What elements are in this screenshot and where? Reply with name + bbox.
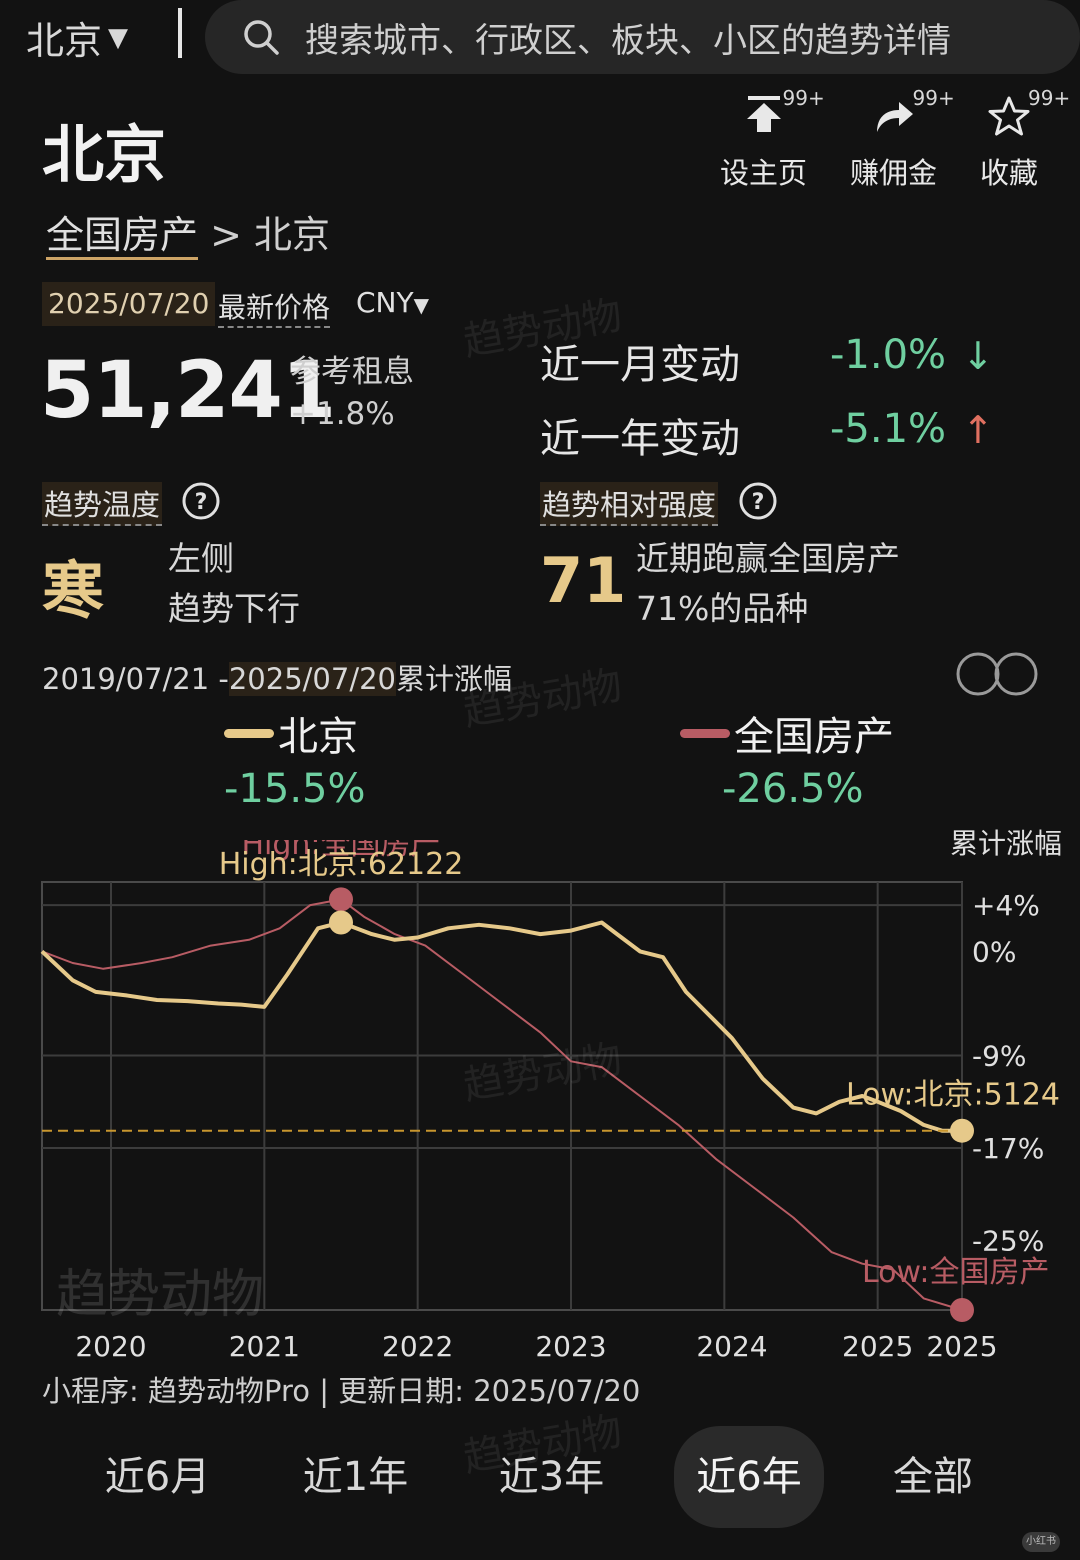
legend-value-beijing: -15.5%	[224, 766, 366, 812]
x-tick-label: 2020	[75, 1330, 146, 1363]
legend-swatch	[224, 728, 274, 738]
low-marker-national	[950, 1298, 974, 1322]
rent-yield-label: 参考租息	[290, 354, 414, 390]
relative-strength-desc: 71%的品种	[636, 589, 809, 628]
share-arrow-icon	[876, 102, 913, 132]
year-change-label: 近一年变动	[540, 416, 740, 462]
x-tick-label: 2025	[842, 1330, 913, 1363]
compare-toggle-icon[interactable]	[954, 652, 1040, 696]
legend-label: 北京	[278, 714, 358, 760]
breadcrumb-current: 北京	[254, 213, 331, 257]
city-select[interactable]: 北京 ▼	[26, 10, 128, 65]
x-tick-label: 2023	[535, 1330, 606, 1363]
action-label: 设主页	[720, 156, 808, 190]
annotation-beijing-high: High:北京:62122	[219, 847, 464, 882]
x-tick-label: 2021	[229, 1330, 300, 1363]
date-range-label[interactable]: 2019/07/21 -2025/07/20累计涨幅	[42, 656, 512, 698]
help-icon[interactable]: ?	[181, 481, 221, 521]
search-placeholder: 搜索城市、行政区、板块、小区的趋势详情	[305, 20, 951, 61]
legend-item-beijing[interactable]: 北京	[224, 704, 358, 762]
badge-count: 99+	[1028, 86, 1071, 110]
svg-text:?: ?	[195, 490, 208, 515]
caret-down-icon: ▼	[108, 22, 129, 53]
relative-strength-title[interactable]: 趋势相对强度	[540, 482, 719, 526]
trend-temperature-desc: 左侧	[168, 539, 234, 578]
divider	[178, 8, 182, 58]
period-tabs: 近6月 近1年 近3年 近6年 全部	[0, 1426, 1080, 1528]
svg-text:?: ?	[752, 490, 765, 515]
rent-yield-value: +1.8%	[290, 396, 395, 432]
breadcrumb-root-link[interactable]: 全国房产	[46, 213, 199, 260]
x-tick-label: 2025	[926, 1330, 997, 1363]
action-label: 收藏	[980, 156, 1039, 190]
earn-commission-button[interactable]: 99+ 赚佣金	[850, 86, 955, 192]
y-tick-label: -17%	[972, 1132, 1044, 1165]
search-icon	[244, 20, 279, 55]
action-label: 赚佣金	[850, 156, 938, 190]
search-input[interactable]: 搜索城市、行政区、板块、小区的趋势详情	[205, 0, 1080, 74]
x-tick-label: 2024	[696, 1330, 767, 1363]
y-tick-label: +4%	[972, 889, 1040, 922]
star-icon	[988, 96, 1030, 136]
y-tick-label: -9%	[972, 1040, 1027, 1073]
caret-down-icon: ▼	[413, 293, 429, 317]
trend-temperature-desc: 趋势下行	[168, 589, 300, 628]
legend-swatch	[680, 728, 730, 738]
currency-select[interactable]: CNY▼	[356, 286, 429, 319]
currency-label: CNY	[356, 286, 414, 319]
relative-strength-value: 71	[540, 544, 627, 617]
set-homepage-button[interactable]: 99+ 设主页	[720, 86, 825, 192]
tab-1-year[interactable]: 近1年	[278, 1426, 433, 1528]
legend-label: 全国房产	[734, 714, 894, 760]
corner-logo: 小红书	[1022, 1532, 1060, 1552]
range-start: 2019/07/21 -	[42, 662, 229, 696]
low-marker-beijing	[950, 1118, 974, 1143]
breadcrumb: 全国房产 > 北京	[46, 204, 331, 260]
badge-count: 99+	[782, 86, 825, 110]
badge-count: 99+	[912, 86, 955, 110]
y-tick-label: 0%	[972, 935, 1016, 968]
y-tick-label: -25%	[972, 1225, 1044, 1258]
help-icon[interactable]: ?	[738, 481, 778, 521]
source-footer: 小程序: 趋势动物Pro | 更新日期: 2025/07/20	[42, 1374, 641, 1408]
pin-top-icon	[746, 96, 781, 132]
tab-6-months[interactable]: 近6月	[80, 1426, 235, 1528]
annotation-national-low: Low:全国房产	[862, 1255, 1050, 1290]
city-select-label: 北京	[26, 19, 103, 63]
price-label[interactable]: 最新价格	[218, 286, 331, 328]
high-marker-beijing	[329, 910, 353, 935]
range-end: 2025/07/20	[228, 662, 396, 696]
legend-item-national[interactable]: 全国房产	[680, 704, 894, 762]
month-change-value: -1.0%	[830, 332, 947, 378]
tab-all[interactable]: 全部	[858, 1426, 1008, 1528]
price-date: 2025/07/20	[42, 282, 216, 326]
breadcrumb-separator: >	[210, 213, 242, 257]
page-title: 北京	[42, 118, 167, 191]
tab-6-years[interactable]: 近6年	[674, 1426, 824, 1528]
year-change-value: -5.1%	[830, 406, 947, 452]
legend-value-national: -26.5%	[722, 766, 864, 812]
watermark: 趋势动物	[56, 1265, 265, 1325]
annotation-beijing-low: Low:北京:5124	[846, 1078, 1060, 1113]
high-marker-national	[329, 887, 353, 912]
x-tick-label: 2022	[382, 1330, 453, 1363]
relative-strength-desc: 近期跑赢全国房产	[636, 539, 900, 578]
arrow-down-icon: ↓	[962, 334, 994, 378]
arrow-up-icon: ↑	[962, 408, 994, 452]
trend-temperature-value: 寒	[42, 554, 105, 627]
tab-3-years[interactable]: 近3年	[474, 1426, 629, 1528]
favorite-button[interactable]: 99+ 收藏	[980, 86, 1070, 192]
trend-temperature-title[interactable]: 趋势温度	[42, 482, 163, 526]
